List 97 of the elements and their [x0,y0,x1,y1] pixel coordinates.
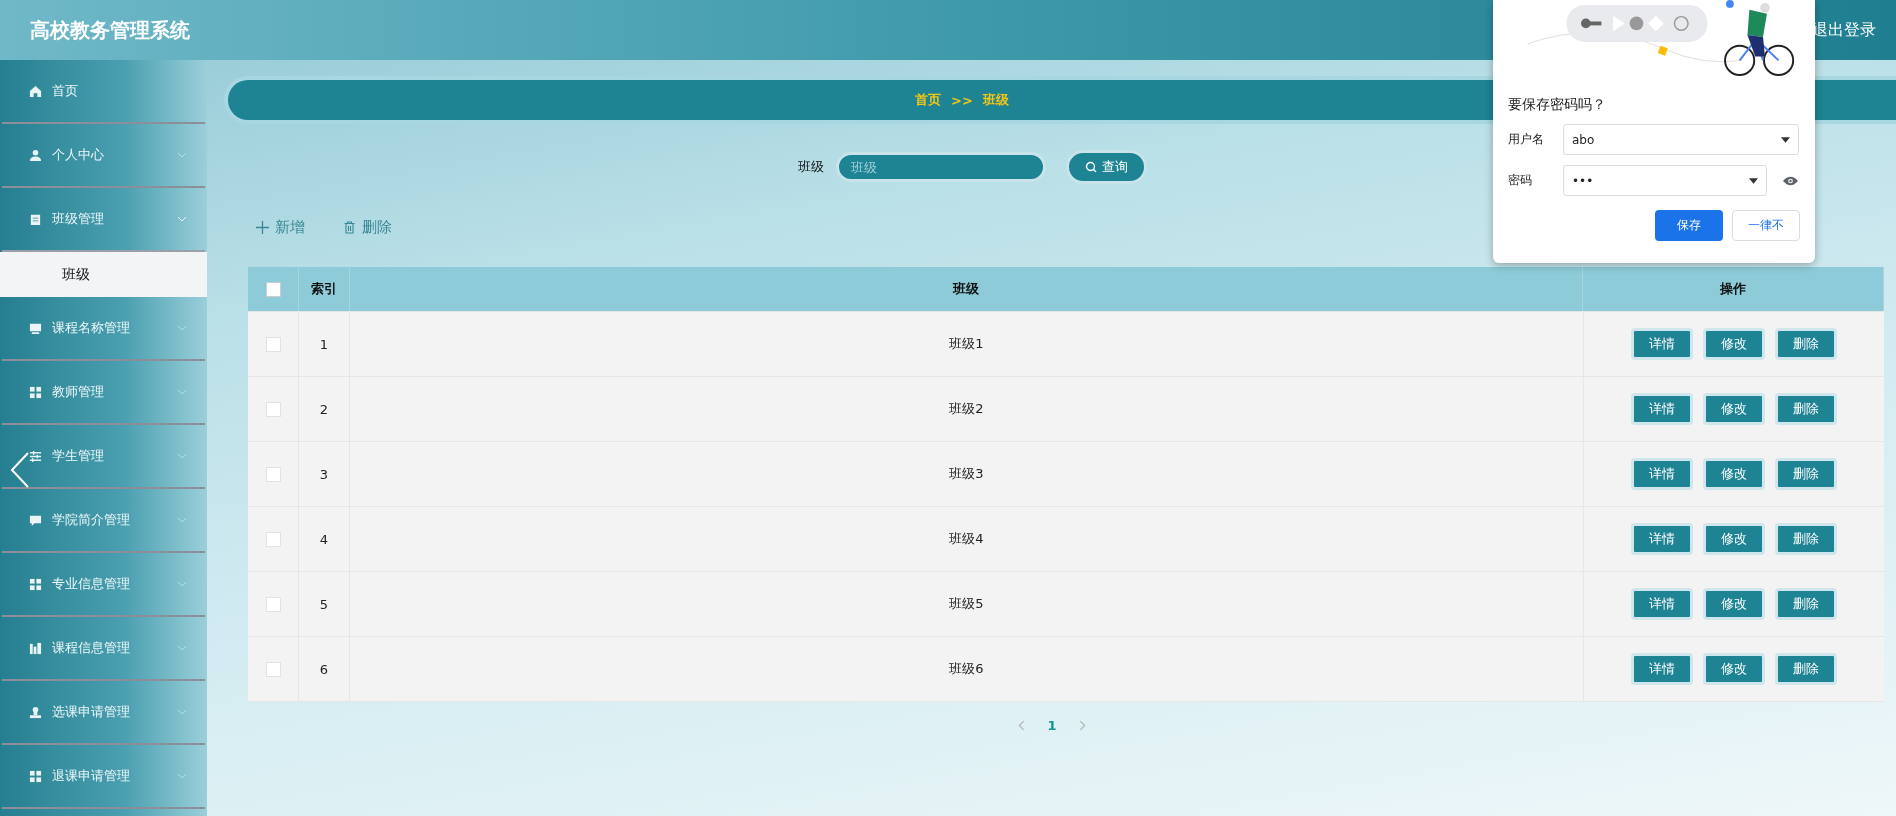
row-action-button[interactable]: 详情 [1631,458,1693,490]
eye-icon[interactable] [1783,175,1798,186]
user-icon [29,148,42,162]
clipboard-icon [29,212,42,226]
chevron-left-icon[interactable] [10,452,30,488]
select-all-checkbox[interactable] [265,281,281,297]
table-cell: 班级4 [350,507,1584,571]
row-action-button[interactable]: 修改 [1703,588,1765,620]
row-action-button[interactable]: 删除 [1775,328,1837,360]
breadcrumb-home[interactable]: 首页 [915,91,942,109]
sidebar-item[interactable]: 个人中心 [2,124,205,188]
username-field[interactable]: abo [1563,124,1799,155]
previous-page-icon[interactable] [1018,720,1026,731]
submenu-item[interactable]: 班级 [0,252,207,297]
grid-icon [29,769,42,783]
search-icon [1084,161,1097,173]
chevron-down-icon [177,645,187,651]
table-cell: 4 [299,507,350,571]
row-action-button[interactable]: 修改 [1703,458,1765,490]
chat-icon [29,513,42,527]
table-cell: 班级3 [350,442,1584,506]
row-action-button[interactable]: 修改 [1703,653,1765,685]
never-button[interactable]: 一律不 [1732,210,1800,241]
delete-button[interactable]: 删除 [343,218,392,237]
trash-icon [343,221,356,234]
chart-icon [29,641,42,655]
table-cell: 班级5 [350,572,1584,636]
row-checkbox[interactable] [265,661,281,677]
chevron-down-icon [177,581,187,587]
column-header: 索引 [299,267,350,311]
table-cell: 班级1 [350,312,1584,376]
table-cell: 班级6 [350,637,1584,701]
row-action-button[interactable]: 修改 [1703,393,1765,425]
chevron-down-icon [177,773,187,779]
row-checkbox[interactable] [265,401,281,417]
row-checkbox[interactable] [265,466,281,482]
row-action-button[interactable]: 删除 [1775,588,1837,620]
table-cell: 1 [299,312,350,376]
sidebar-item[interactable]: 学生管理 [2,425,205,489]
search-button[interactable]: 查询 [1065,150,1147,184]
username-label: 用户名 [1508,131,1545,148]
column-header: 班级 [350,267,1583,311]
search-field[interactable]: 班级 [835,152,1046,182]
row-checkbox[interactable] [265,531,281,547]
row-action-button[interactable]: 详情 [1631,653,1693,685]
plus-icon [256,221,269,234]
chevron-down-icon [177,152,187,158]
row-action-button[interactable]: 详情 [1631,588,1693,620]
table-cell: 3 [299,442,350,506]
row-checkbox[interactable] [265,596,281,612]
home-icon [29,84,42,98]
sidebar-item[interactable]: 选课申请管理 [2,681,205,745]
dialog-title: 要保存密码吗？ [1508,96,1607,114]
dropdown-caret-icon [1749,177,1758,184]
dropdown-caret-icon [1781,136,1790,143]
app-title: 高校教务管理系统 [30,16,190,44]
breadcrumb-separator: >> [951,92,973,108]
search-label: 班级 [797,158,824,176]
chevron-down-icon [177,325,187,331]
chevron-down-icon [177,389,187,395]
row-checkbox[interactable] [265,336,281,352]
row-action-button[interactable]: 修改 [1703,523,1765,555]
row-action-button[interactable]: 详情 [1631,328,1693,360]
password-label: 密码 [1508,172,1533,189]
chevron-down-icon [177,453,187,459]
sidebar-item[interactable]: 学院简介管理 [2,489,205,553]
row-action-button[interactable]: 修改 [1703,328,1765,360]
sidebar-item[interactable]: 课程名称管理 [2,297,205,361]
column-header: 操作 [1583,267,1884,311]
table-cell: 班级2 [350,377,1584,441]
chevron-down-icon [177,709,187,715]
row-action-button[interactable]: 删除 [1775,523,1837,555]
add-button[interactable]: 新增 [256,218,305,237]
stamp-icon [29,705,42,719]
row-action-button[interactable]: 删除 [1775,393,1837,425]
save-button[interactable]: 保存 [1655,210,1723,241]
sidebar-item[interactable]: 首页 [2,60,205,124]
table-cell: 2 [299,377,350,441]
sliders-icon [29,449,42,463]
page-number[interactable]: 1 [1047,718,1057,733]
next-page-icon[interactable] [1078,720,1086,731]
sidebar-item[interactable]: 退课申请管理 [2,745,205,809]
chevron-down-icon [177,216,187,222]
row-action-button[interactable]: 删除 [1775,458,1837,490]
breadcrumb-current: 班级 [982,91,1009,109]
row-action-button[interactable]: 删除 [1775,653,1837,685]
chevron-down-icon [177,517,187,523]
sidebar-item[interactable]: 教师管理 [2,361,205,425]
row-action-button[interactable]: 详情 [1631,393,1693,425]
row-action-button[interactable]: 详情 [1631,523,1693,555]
grid-icon [29,385,42,399]
sidebar-item[interactable]: 专业信息管理 [2,553,205,617]
table-cell: 5 [299,572,350,636]
grid-icon [29,577,42,591]
password-field[interactable]: ••• [1563,165,1767,196]
table-cell: 6 [299,637,350,701]
sidebar-item[interactable]: 课程信息管理 [2,617,205,681]
